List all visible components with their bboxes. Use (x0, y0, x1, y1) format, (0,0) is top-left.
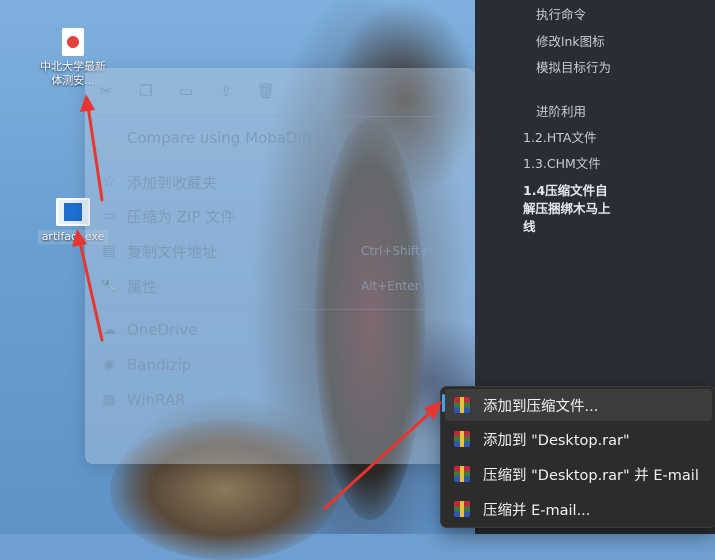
winrar-submenu: 添加到压缩文件... 添加到 "Desktop.rar" 压缩到 "Deskto… (440, 386, 715, 528)
toc-item[interactable]: 进阶利用 (536, 103, 586, 121)
submenu-item-label: 压缩并 E-mail... (483, 502, 591, 519)
menu-separator (95, 116, 465, 117)
submenu-item-label: 压缩到 "Desktop.rar" 并 E-mail (483, 467, 699, 484)
menu-item-copy-path[interactable]: ▤ 复制文件地址 Ctrl+Shift+C (99, 238, 475, 264)
menu-item-compress-zip[interactable]: ▭ 压缩为 ZIP 文件 (99, 203, 475, 229)
submenu-item-label: 添加到 "Desktop.rar" (483, 432, 630, 449)
toc-item[interactable]: 模拟目标行为 (536, 59, 618, 77)
submenu-item-compress-email[interactable]: 压缩并 E-mail... (445, 493, 712, 525)
menu-item-onedrive[interactable]: ☁ OneDrive (99, 317, 475, 343)
wrench-icon: 🔧 (100, 278, 118, 294)
submenu-item-add-to-archive[interactable]: 添加到压缩文件... (445, 389, 712, 421)
delete-icon[interactable]: 🗑 (255, 82, 277, 100)
menu-item-accelerator: Ctrl+Shift+C (361, 244, 439, 258)
context-menu-toolbar: ✂ ❐ ▭ ⇪ 🗑 (95, 82, 277, 100)
menu-item-label: Bandizip (127, 356, 192, 374)
menu-item-label: 压缩为 ZIP 文件 (127, 207, 236, 226)
winrar-icon (454, 501, 470, 517)
submenu-item-label: 添加到压缩文件... (483, 398, 599, 415)
submenu-item-add-to-desktop-rar[interactable]: 添加到 "Desktop.rar" (445, 423, 712, 455)
menu-item-label: Compare using MobaDiff (127, 129, 312, 147)
winrar-icon (454, 431, 470, 447)
menu-item-compare-mobadiff[interactable]: Compare using MobaDiff (99, 125, 475, 151)
zip-folder-icon: ▭ (102, 208, 116, 224)
menu-item-add-favorites[interactable]: ☆ 添加到收藏夹 (99, 169, 475, 195)
submenu-item-compress-email-desktop[interactable]: 压缩到 "Desktop.rar" 并 E-mail (445, 458, 712, 490)
winrar-icon (454, 466, 470, 482)
rename-icon[interactable]: ▭ (175, 82, 197, 100)
share-icon[interactable]: ⇪ (215, 82, 237, 100)
submenu-hover-accent (442, 394, 445, 412)
copy-icon[interactable]: ❐ (135, 82, 157, 100)
toc-item-active[interactable]: 1.4压缩文件自解压捆绑木马上线 (523, 182, 618, 236)
menu-item-bandizip[interactable]: ◉ Bandizip (99, 352, 475, 378)
toc-item[interactable]: 1.2.HTA文件 (523, 129, 596, 147)
menu-item-label: OneDrive (127, 321, 198, 339)
winrar-icon (454, 397, 470, 413)
context-menu: ✂ ❐ ▭ ⇪ 🗑 Compare using MobaDiff ☆ 添加到收藏… (85, 68, 475, 464)
copy-path-icon: ▤ (102, 243, 116, 259)
cut-icon[interactable]: ✂ (95, 82, 117, 100)
winrar-icon: ▦ (102, 392, 116, 408)
menu-item-properties[interactable]: 🔧 属性 Alt+Enter (99, 273, 475, 299)
menu-item-winrar[interactable]: ▦ WinRAR (99, 387, 475, 413)
menu-item-label: 复制文件地址 (127, 242, 218, 261)
onedrive-icon: ☁ (102, 322, 116, 338)
toc-item[interactable]: 执行命令 (536, 6, 586, 24)
menu-item-accelerator: Alt+Enter (361, 279, 420, 293)
toc-item[interactable]: 修改lnk图标 (536, 33, 605, 51)
toc-item[interactable]: 1.3.CHM文件 (523, 155, 601, 173)
menu-item-label: WinRAR (127, 391, 186, 409)
menu-item-label: 属性 (127, 277, 158, 296)
menu-separator (95, 309, 465, 310)
pdf-file-icon (62, 28, 84, 56)
bandizip-icon: ◉ (102, 357, 116, 373)
star-icon: ☆ (102, 174, 116, 190)
menu-item-label: 添加到收藏夹 (127, 173, 218, 192)
